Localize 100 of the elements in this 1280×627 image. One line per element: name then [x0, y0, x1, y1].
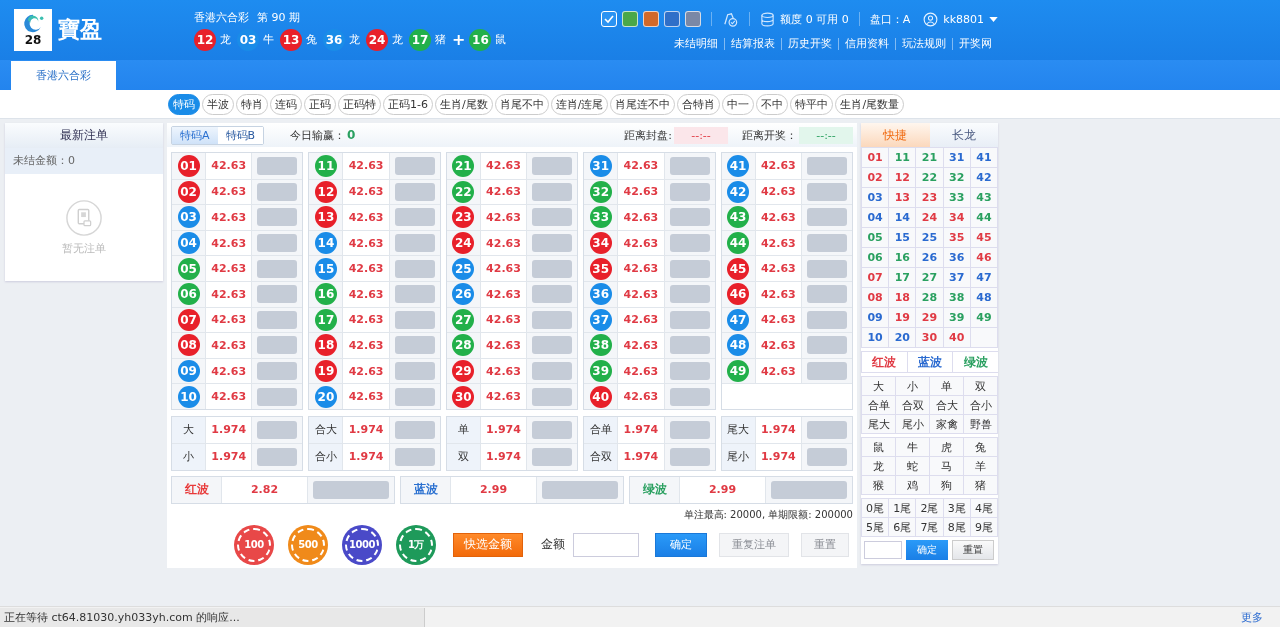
- bet-input[interactable]: [669, 447, 710, 466]
- quick-number[interactable]: 31: [943, 148, 971, 168]
- bet-input[interactable]: [669, 156, 710, 175]
- quick-reset-button[interactable]: 重置: [952, 540, 994, 560]
- quick-number[interactable]: 13: [889, 188, 917, 208]
- quick-number[interactable]: 06: [862, 248, 890, 268]
- quick-number[interactable]: 41: [970, 148, 998, 168]
- play-tab[interactable]: 不中: [756, 93, 789, 115]
- play-tab[interactable]: 合特肖: [677, 93, 721, 115]
- quick-wave[interactable]: 绿波: [952, 352, 998, 372]
- bet-input[interactable]: [532, 234, 573, 253]
- quick-tail[interactable]: 3尾: [943, 499, 971, 518]
- bet-input[interactable]: [532, 447, 573, 466]
- quick-option[interactable]: 合小: [964, 396, 998, 415]
- username[interactable]: kk8801: [943, 12, 984, 26]
- quick-number[interactable]: 20: [889, 328, 917, 348]
- quick-wave[interactable]: 红波: [861, 352, 907, 372]
- bet-input[interactable]: [394, 234, 435, 253]
- quick-zodiac[interactable]: 兔: [964, 438, 998, 457]
- quick-zodiac[interactable]: 鸡: [896, 476, 930, 495]
- bet-input[interactable]: [394, 259, 435, 278]
- header-link[interactable]: 玩法规则: [895, 37, 952, 50]
- quick-number[interactable]: 10: [862, 328, 890, 348]
- play-tab[interactable]: 生肖/尾数量: [835, 93, 905, 115]
- theme-swatch[interactable]: [664, 11, 681, 27]
- bet-input[interactable]: [532, 336, 573, 355]
- theme-swatch[interactable]: [643, 11, 660, 27]
- quick-option[interactable]: 双: [964, 377, 998, 396]
- bet-input[interactable]: [257, 182, 298, 201]
- odds-tab[interactable]: 特码B: [217, 126, 264, 144]
- bet-input[interactable]: [313, 480, 389, 499]
- bet-input[interactable]: [394, 420, 435, 439]
- quick-number[interactable]: 25: [916, 228, 944, 248]
- quick-tail[interactable]: 0尾: [862, 499, 890, 518]
- bet-input[interactable]: [532, 259, 573, 278]
- play-tab[interactable]: 肖尾不中: [494, 93, 549, 115]
- bet-input[interactable]: [669, 362, 710, 381]
- quick-confirm-button[interactable]: 确定: [906, 540, 948, 560]
- quick-number[interactable]: 35: [943, 228, 971, 248]
- bet-input[interactable]: [669, 285, 710, 304]
- quick-number[interactable]: 47: [970, 268, 998, 288]
- play-tab[interactable]: 正码1-6: [383, 93, 433, 115]
- bet-input[interactable]: [394, 310, 435, 329]
- quick-option[interactable]: 合大: [930, 396, 964, 415]
- quick-number[interactable]: 16: [889, 248, 917, 268]
- quick-number[interactable]: 45: [970, 228, 998, 248]
- quick-number[interactable]: 48: [970, 288, 998, 308]
- bet-input[interactable]: [807, 420, 847, 439]
- quick-number[interactable]: 44: [970, 208, 998, 228]
- quick-number[interactable]: 19: [889, 308, 917, 328]
- quick-option[interactable]: 家禽: [930, 415, 964, 434]
- quick-option[interactable]: 尾小: [896, 415, 930, 434]
- play-tab[interactable]: 连码: [270, 93, 302, 115]
- bet-input[interactable]: [532, 310, 573, 329]
- bet-input[interactable]: [394, 285, 435, 304]
- theme-swatch[interactable]: [685, 11, 702, 27]
- header-link[interactable]: 结算报表: [724, 37, 781, 50]
- quick-number[interactable]: 02: [862, 168, 890, 188]
- quick-number[interactable]: 43: [970, 188, 998, 208]
- bet-input[interactable]: [542, 480, 618, 499]
- quick-number[interactable]: 22: [916, 168, 944, 188]
- bet-input[interactable]: [669, 259, 710, 278]
- bet-input[interactable]: [394, 362, 435, 381]
- quick-number[interactable]: 15: [889, 228, 917, 248]
- quick-number[interactable]: 40: [943, 328, 971, 348]
- quick-number[interactable]: 04: [862, 208, 890, 228]
- quick-number[interactable]: 30: [916, 328, 944, 348]
- header-link[interactable]: 未结明细: [668, 37, 724, 50]
- quick-number[interactable]: 34: [943, 208, 971, 228]
- bet-input[interactable]: [257, 447, 298, 466]
- play-tab[interactable]: 连肖/连尾: [550, 93, 609, 115]
- quick-option[interactable]: 野兽: [964, 415, 998, 434]
- chip-button[interactable]: 100: [237, 527, 271, 562]
- bet-input[interactable]: [257, 156, 298, 175]
- header-link[interactable]: 历史开奖: [781, 37, 838, 50]
- bet-input[interactable]: [257, 336, 298, 355]
- quick-option[interactable]: 合单: [862, 396, 896, 415]
- quick-option[interactable]: 单: [930, 377, 964, 396]
- quick-number[interactable]: 26: [916, 248, 944, 268]
- quick-panel-tab[interactable]: 长龙: [929, 123, 998, 147]
- quick-number[interactable]: 12: [889, 168, 917, 188]
- quick-number[interactable]: 32: [943, 168, 971, 188]
- quick-option[interactable]: 合双: [896, 396, 930, 415]
- quick-zodiac[interactable]: 虎: [930, 438, 964, 457]
- play-tab[interactable]: 正码特: [338, 93, 381, 115]
- header-link[interactable]: 开奖网: [952, 37, 998, 50]
- confirm-button[interactable]: 确定: [655, 532, 707, 557]
- play-tab[interactable]: 特肖: [236, 93, 268, 115]
- quick-number[interactable]: 17: [889, 268, 917, 288]
- quick-tail[interactable]: 2尾: [916, 499, 944, 518]
- bet-input[interactable]: [807, 336, 847, 355]
- bet-input[interactable]: [669, 310, 710, 329]
- bet-input[interactable]: [532, 182, 573, 201]
- play-tab[interactable]: 肖尾连不中: [610, 93, 676, 115]
- play-tab[interactable]: 半波: [202, 93, 234, 115]
- quick-number[interactable]: 23: [916, 188, 944, 208]
- bet-input[interactable]: [669, 208, 710, 227]
- bet-input[interactable]: [669, 182, 710, 201]
- play-tab[interactable]: 特码: [168, 93, 200, 115]
- bet-input[interactable]: [807, 208, 847, 227]
